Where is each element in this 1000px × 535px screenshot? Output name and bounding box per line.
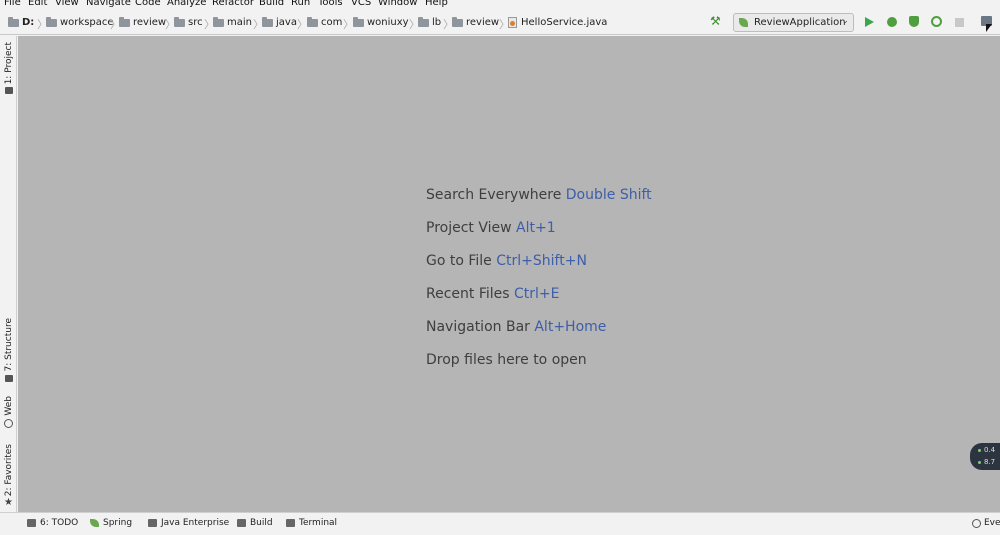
menu-tools[interactable]: Tools <box>318 0 343 9</box>
menu-edit[interactable]: Edit <box>28 0 47 9</box>
stop-icon[interactable] <box>955 18 964 27</box>
tab-spring[interactable]: Spring <box>90 518 132 528</box>
terminal-icon <box>286 519 295 527</box>
dot-icon <box>978 448 981 452</box>
hint-search-everywhere: Search Everywhere Double Shift <box>426 187 652 203</box>
tab-todo[interactable]: 6: TODO <box>27 518 78 528</box>
star-icon: ★ <box>4 497 13 509</box>
breadcrumb-file[interactable]: HelloService.java <box>508 10 607 35</box>
list-icon <box>27 519 36 527</box>
spring-boot-icon <box>739 18 748 27</box>
hint-navigation-bar: Navigation Bar Alt+Home <box>426 319 607 335</box>
memory-indicator[interactable]: 0.4 8.7 <box>970 443 1000 470</box>
menu-window[interactable]: Window <box>378 0 417 9</box>
chevron-down-icon: ⌄ <box>841 16 849 26</box>
menu-help[interactable]: Help <box>425 0 448 9</box>
folder-icon <box>262 16 273 27</box>
hammer-icon <box>237 519 246 527</box>
hint-project-view: Project View Alt+1 <box>426 220 556 236</box>
breadcrumb-review[interactable]: review <box>119 10 166 35</box>
tab-structure[interactable]: 7: Structure <box>1 318 16 382</box>
dot-icon <box>978 460 981 464</box>
hint-drop-files: Drop files here to open <box>426 352 587 368</box>
tab-project[interactable]: 1: Project <box>1 42 16 95</box>
spring-leaf-icon <box>90 519 99 527</box>
tab-java-enterprise[interactable]: Java Enterprise <box>148 518 229 528</box>
globe-icon <box>4 418 13 428</box>
menu-refactor[interactable]: Refactor <box>212 0 254 9</box>
mouse-cursor-icon <box>986 24 992 32</box>
build-hammer-icon[interactable]: ⚒ <box>710 14 722 28</box>
breadcrumb-lb[interactable]: lb <box>418 10 441 35</box>
folder-icon <box>213 16 224 27</box>
folder-icon <box>452 16 463 27</box>
hint-go-to-file: Go to File Ctrl+Shift+N <box>426 253 587 269</box>
menu-file[interactable]: File <box>4 0 21 9</box>
menu-build[interactable]: Build <box>259 0 284 9</box>
structure-icon <box>4 374 13 382</box>
folder-icon <box>174 16 185 27</box>
java-enterprise-icon <box>148 519 157 527</box>
folder-icon <box>8 16 19 27</box>
profile-icon[interactable] <box>931 16 942 27</box>
breadcrumb-com[interactable]: com <box>307 10 342 35</box>
editor-empty-area[interactable]: Search Everywhere Double Shift Project V… <box>18 36 1000 512</box>
menu-vcs[interactable]: VCS <box>351 0 371 9</box>
breadcrumb-woniuxy[interactable]: woniuxy <box>353 10 409 35</box>
folder-icon <box>307 16 318 27</box>
run-configuration-select[interactable]: ReviewApplication ⌄ <box>733 13 854 32</box>
tab-favorites[interactable]: 2: Favorites ★ <box>1 444 16 508</box>
tab-build[interactable]: Build <box>237 518 273 528</box>
breadcrumb-drive[interactable]: D: <box>8 10 34 35</box>
menu-view[interactable]: View <box>55 0 79 9</box>
tab-terminal[interactable]: Terminal <box>286 518 337 528</box>
run-icon[interactable] <box>865 17 874 27</box>
debug-icon[interactable] <box>887 17 897 27</box>
menu-run[interactable]: Run <box>291 0 310 9</box>
breadcrumb-review-package[interactable]: review <box>452 10 499 35</box>
left-tool-strip: 1: Project 7: Structure Web 2: Favorites… <box>0 36 17 512</box>
tab-web[interactable]: Web <box>1 396 16 428</box>
menu-bar: File Edit View Navigate Code Analyze Ref… <box>0 0 1000 10</box>
event-log-button[interactable]: Eve <box>972 518 1000 528</box>
java-class-icon <box>508 17 517 28</box>
folder-icon <box>4 87 13 95</box>
run-with-coverage-icon[interactable] <box>909 16 919 27</box>
menu-navigate[interactable]: Navigate <box>86 0 131 9</box>
breadcrumb-src[interactable]: src <box>174 10 203 35</box>
folder-icon <box>46 16 57 27</box>
hint-recent-files: Recent Files Ctrl+E <box>426 286 560 302</box>
breadcrumb-java[interactable]: java <box>262 10 297 35</box>
breadcrumb-main[interactable]: main <box>213 10 252 35</box>
breadcrumb-workspace[interactable]: workspace <box>46 10 114 35</box>
menu-code[interactable]: Code <box>135 0 161 9</box>
folder-icon <box>353 16 364 27</box>
folder-icon <box>418 16 429 27</box>
menu-analyze[interactable]: Analyze <box>167 0 206 9</box>
event-log-icon <box>972 518 981 528</box>
folder-icon <box>119 16 130 27</box>
bottom-tool-bar: 6: TODO Spring Java Enterprise Build Ter… <box>0 512 1000 535</box>
